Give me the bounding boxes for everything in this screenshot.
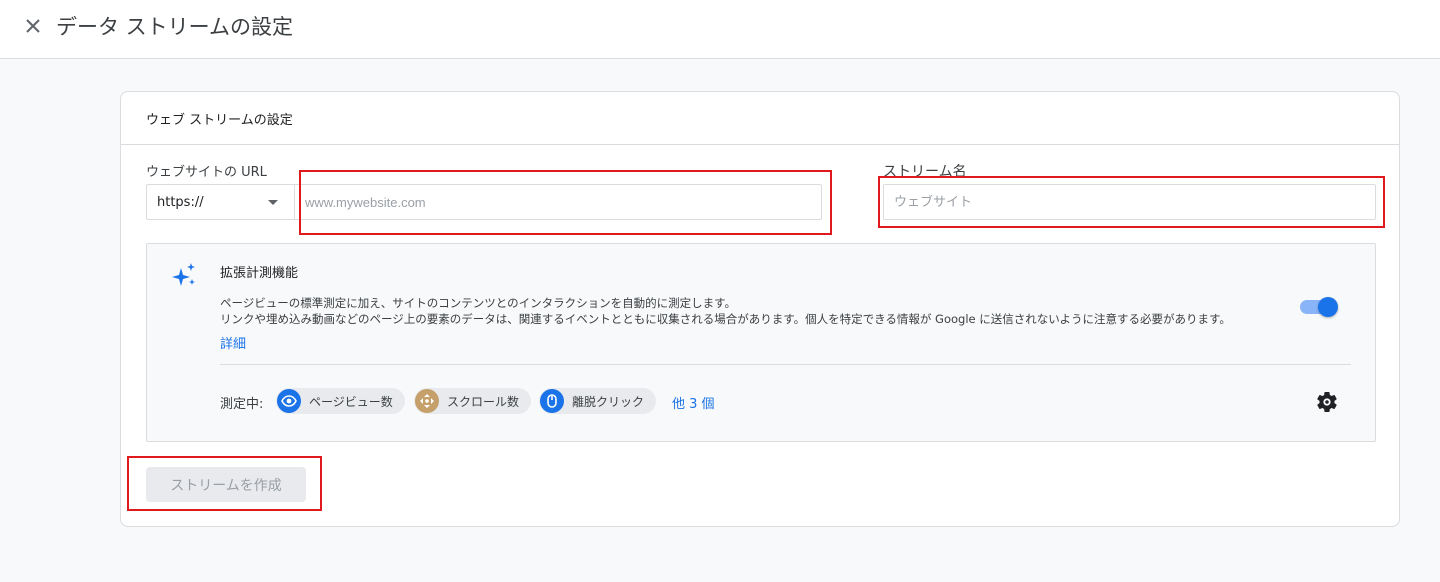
enhanced-measurement-toggle[interactable]	[1300, 297, 1338, 317]
chip-outbound-clicks: 離脱クリック	[539, 388, 657, 414]
scroll-icon	[415, 389, 439, 413]
chip-page-views: ページビュー数	[276, 388, 405, 414]
measuring-label: 測定中:	[220, 397, 264, 412]
gear-icon[interactable]	[1315, 390, 1339, 414]
stream-name-input[interactable]	[883, 184, 1376, 220]
enhanced-measurement-description: ページビューの標準測定に加え、サイトのコンテンツとのインタラクションを自動的に測…	[220, 295, 1231, 327]
chip-label: ページビュー数	[309, 394, 393, 409]
close-icon	[26, 19, 40, 33]
description-line-1: ページビューの標準測定に加え、サイトのコンテンツとのインタラクションを自動的に測…	[220, 296, 736, 310]
eye-icon	[277, 389, 301, 413]
card-title: ウェブ ストリームの設定	[146, 113, 293, 128]
chevron-down-icon	[268, 200, 278, 205]
enhanced-measurement-title: 拡張計測機能	[220, 266, 299, 281]
mouse-icon	[540, 389, 564, 413]
chip-label: 離脱クリック	[572, 394, 645, 409]
website-url-label: ウェブサイトの URL	[146, 165, 267, 180]
top-bar: データ ストリームの設定	[0, 0, 1440, 59]
protocol-select[interactable]: https://	[146, 184, 294, 220]
more-events-link[interactable]: 他 3 個	[672, 393, 715, 412]
card-header: ウェブ ストリームの設定	[121, 92, 1399, 145]
enhanced-measurement-panel: 拡張計測機能 ページビューの標準測定に加え、サイトのコンテンツとのインタラクショ…	[146, 243, 1376, 442]
chip-scrolls: スクロール数	[414, 388, 532, 414]
close-button[interactable]	[20, 13, 46, 39]
toggle-knob	[1318, 297, 1338, 317]
chip-label: スクロール数	[447, 394, 520, 409]
protocol-value: https://	[157, 194, 204, 210]
create-stream-button[interactable]: ストリームを作成	[146, 467, 306, 502]
stream-name-label: ストリーム名	[883, 164, 967, 180]
website-url-input[interactable]	[294, 184, 822, 220]
sparkle-icon	[172, 263, 195, 286]
divider	[220, 364, 1351, 365]
page-title: データ ストリームの設定	[56, 15, 294, 39]
web-stream-card: ウェブ ストリームの設定 ウェブサイトの URL ストリーム名 https://…	[120, 91, 1400, 527]
description-line-2: リンクや埋め込み動画などのページ上の要素のデータは、関連するイベントとともに収集…	[220, 312, 1231, 326]
details-link[interactable]: 詳細	[220, 333, 246, 352]
